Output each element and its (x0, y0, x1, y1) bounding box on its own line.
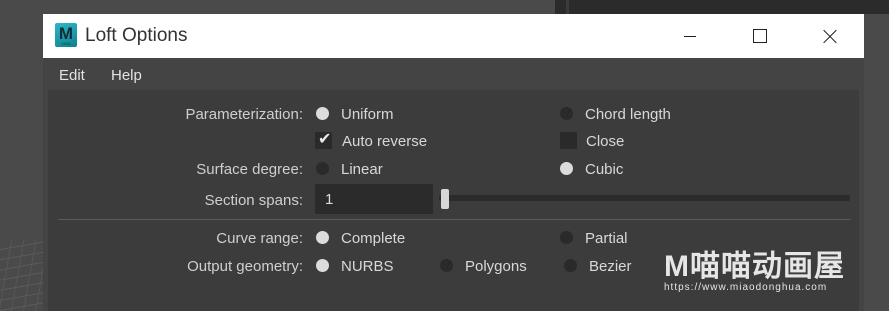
radio-complete-label[interactable]: Complete (341, 230, 405, 247)
section-spans-input[interactable]: 1 (315, 184, 433, 214)
menu-edit[interactable]: Edit (59, 67, 85, 84)
auto-reverse-label[interactable]: Auto reverse (342, 133, 427, 150)
menu-bar: Edit Help (43, 58, 864, 90)
close-label[interactable]: Close (586, 133, 624, 150)
radio-linear-label[interactable]: Linear (341, 161, 383, 178)
check-icon: ✔ (318, 131, 332, 148)
close-checkbox[interactable] (560, 132, 577, 149)
radio-complete[interactable] (316, 231, 329, 244)
radio-uniform-label[interactable]: Uniform (341, 106, 394, 123)
radio-partial[interactable] (560, 231, 573, 244)
watermark: M喵喵动画屋 https://www.miaodonghua.com (664, 250, 845, 294)
section-spans-value: 1 (325, 191, 334, 208)
radio-cubic-label[interactable]: Cubic (585, 161, 623, 178)
radio-nurbs[interactable] (316, 259, 329, 272)
auto-reverse-checkbox[interactable]: ✔ (315, 131, 332, 149)
title-bar[interactable]: M 2018 Loft Options (43, 14, 864, 58)
section-spans-slider[interactable] (439, 195, 850, 201)
radio-cubic[interactable] (560, 162, 573, 175)
output-geometry-label: Output geometry: (187, 258, 303, 275)
radio-polygons-label[interactable]: Polygons (465, 258, 527, 275)
parameterization-label: Parameterization: (185, 106, 303, 123)
watermark-text: M喵喵动画屋 (664, 250, 845, 283)
viewport-panel-edge (555, 0, 889, 14)
radio-bezier[interactable] (564, 259, 577, 272)
radio-partial-label[interactable]: Partial (585, 230, 628, 247)
radio-nurbs-label[interactable]: NURBS (341, 258, 394, 275)
radio-linear[interactable] (316, 162, 329, 175)
radio-chord-length[interactable] (560, 107, 573, 120)
radio-uniform[interactable] (316, 107, 329, 120)
section-divider (58, 219, 851, 220)
radio-chord-length-label[interactable]: Chord length (585, 106, 671, 123)
radio-bezier-label[interactable]: Bezier (589, 258, 632, 275)
section-spans-slider-handle[interactable] (441, 189, 449, 209)
viewport-divider (566, 0, 569, 14)
curve-range-label: Curve range: (216, 230, 303, 247)
menu-help[interactable]: Help (111, 67, 142, 84)
maximize-button[interactable] (725, 14, 795, 58)
maya-app-icon: M 2018 (55, 23, 77, 47)
radio-polygons[interactable] (440, 259, 453, 272)
surface-degree-label: Surface degree: (196, 161, 303, 178)
close-button[interactable] (795, 14, 865, 58)
window-title: Loft Options (85, 25, 188, 46)
watermark-url: https://www.miaodonghua.com (664, 282, 828, 293)
minimize-button[interactable] (655, 14, 725, 58)
section-spans-label: Section spans: (204, 192, 303, 209)
